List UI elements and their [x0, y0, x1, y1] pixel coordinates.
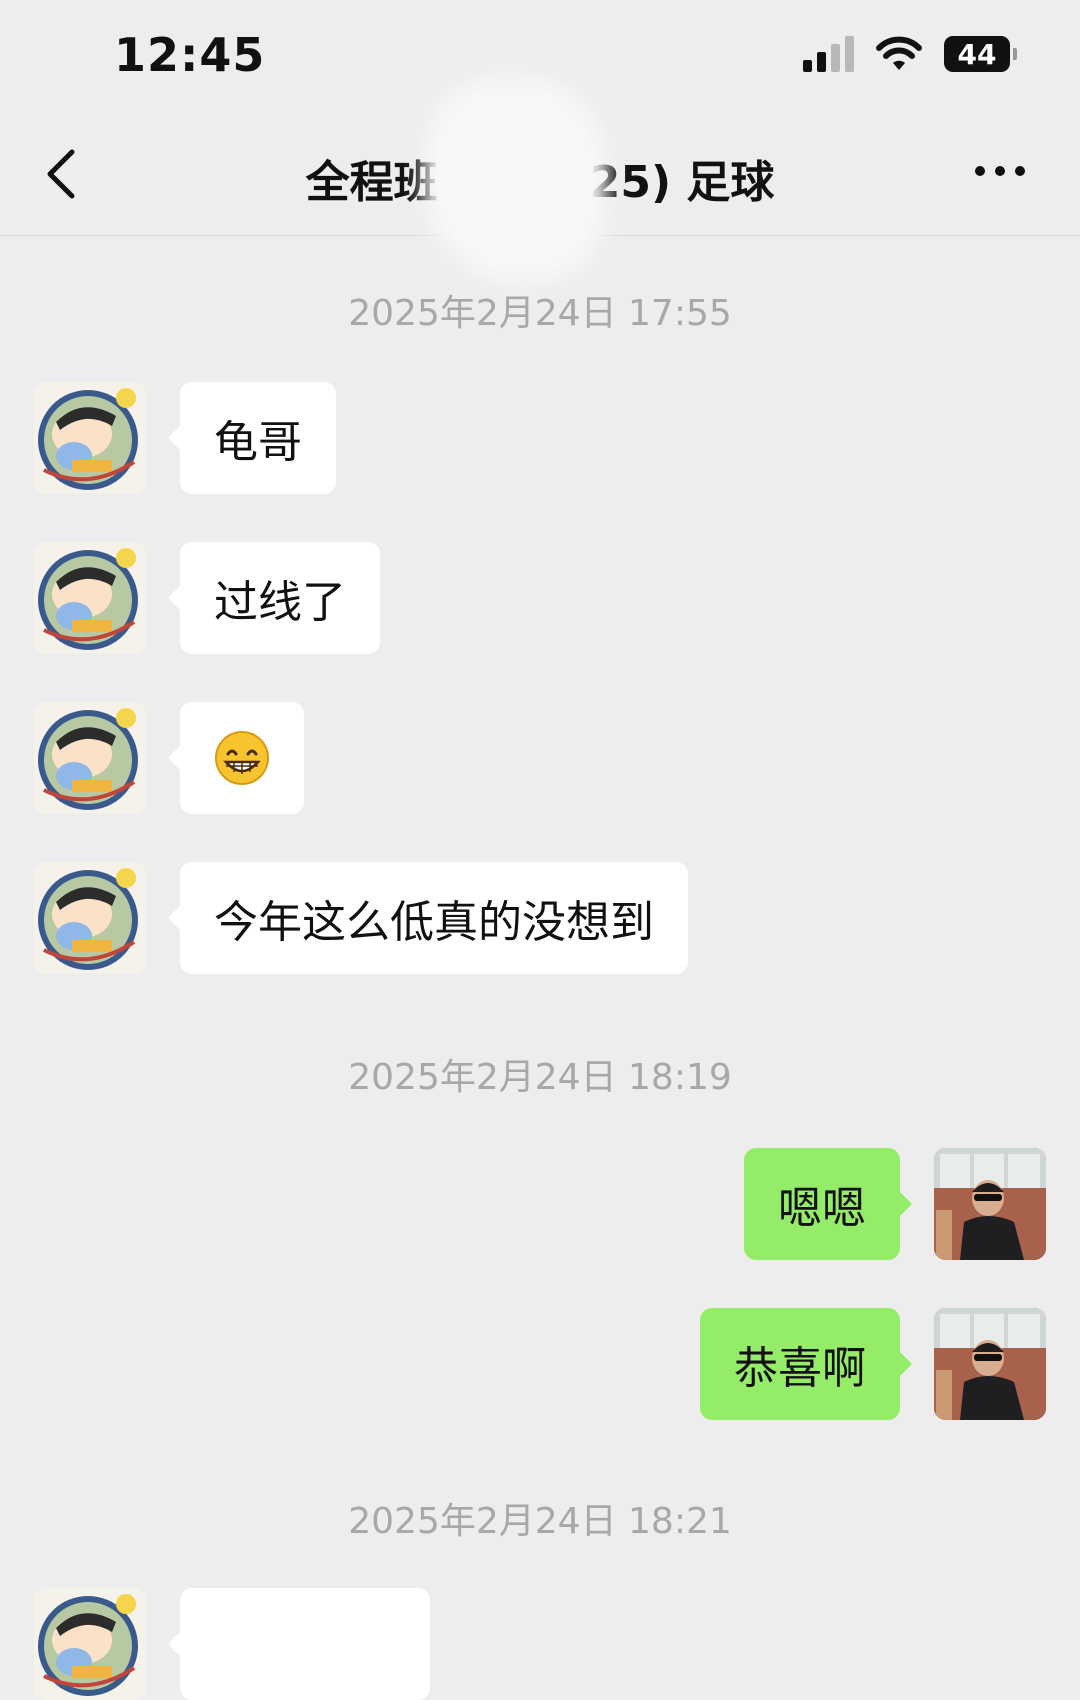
avatar[interactable] — [934, 1308, 1046, 1420]
avatar[interactable] — [34, 862, 146, 974]
status-icons: 44 — [803, 36, 1017, 72]
message-bubble[interactable]: 今年这么低真的没想到 — [168, 862, 688, 974]
more-dots-icon[interactable] — [972, 156, 1028, 186]
message-row-incoming — [34, 702, 304, 814]
message-timestamp: 2025年2月24日 18:21 — [348, 1501, 732, 1542]
wifi-icon — [876, 36, 922, 70]
avatar[interactable] — [934, 1148, 1046, 1260]
message-bubble[interactable] — [168, 1588, 430, 1700]
redaction-smudge — [438, 90, 593, 270]
avatar[interactable] — [34, 382, 146, 494]
message-bubble[interactable]: 恭喜啊 — [700, 1308, 912, 1420]
message-bubble[interactable]: 过线了 — [168, 542, 380, 654]
avatar[interactable] — [34, 542, 146, 654]
battery-level: 44 — [957, 37, 997, 71]
message-row-incoming: 龟哥 — [34, 382, 336, 494]
avatar[interactable] — [34, 702, 146, 814]
grinning-face-icon — [214, 730, 270, 786]
avatar[interactable] — [34, 1588, 146, 1700]
message-row-incoming: 今年这么低真的没想到 — [34, 862, 688, 974]
status-time: 12:45 — [114, 28, 266, 82]
message-timestamp: 2025年2月24日 18:19 — [348, 1057, 732, 1098]
message-row-incoming: 过线了 — [34, 542, 380, 654]
message-bubble[interactable]: 龟哥 — [168, 382, 336, 494]
message-row-outgoing: 恭喜啊 — [700, 1308, 1046, 1420]
message-bubble[interactable] — [168, 702, 304, 814]
message-bubble[interactable]: 嗯嗯 — [744, 1148, 912, 1260]
battery-icon: 44 — [944, 36, 1017, 72]
message-row-outgoing: 嗯嗯 — [744, 1148, 1046, 1260]
message-row-incoming — [34, 1588, 430, 1700]
message-timestamp: 2025年2月24日 17:55 — [348, 293, 732, 334]
cellular-signal-icon — [803, 36, 854, 72]
